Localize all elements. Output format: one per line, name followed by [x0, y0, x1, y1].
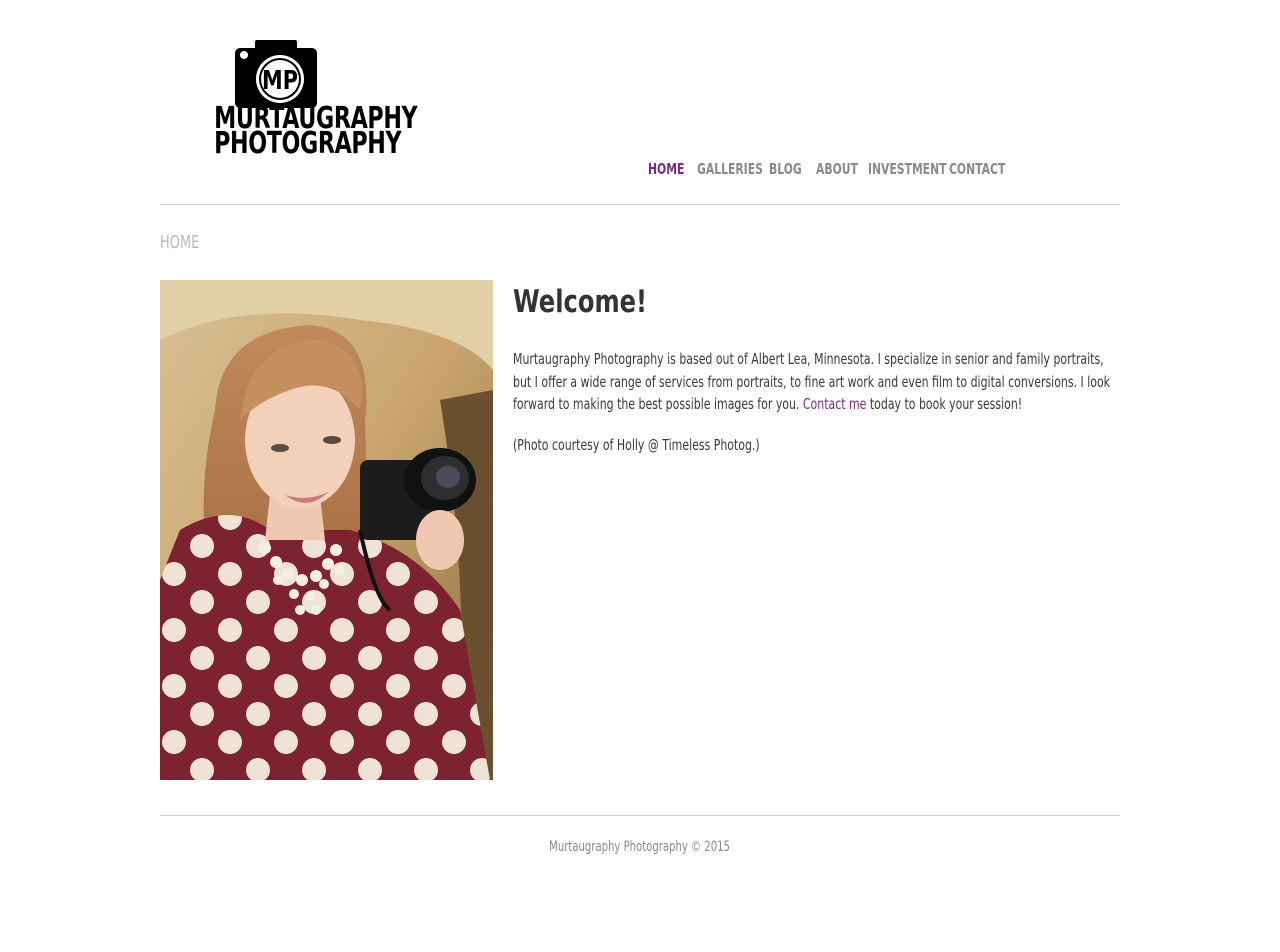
logo-initials: MP	[262, 65, 298, 96]
nav-item-about[interactable]: ABOUT	[816, 160, 858, 178]
breadcrumb: HOME	[160, 232, 200, 253]
page: MP MURTAUGRAPHY PHOTOGRAPHY HOME GALLERI…	[0, 0, 1280, 952]
nav-item-investment[interactable]: INVESTMENT	[868, 160, 946, 178]
main-content: Welcome! Murtaugraphy Photography is bas…	[513, 282, 1120, 454]
header-divider	[160, 204, 1120, 205]
nav-item-contact[interactable]: CONTACT	[949, 160, 1005, 178]
copyright-text: Murtaugraphy Photography © 2015	[549, 839, 731, 855]
camera-logo-icon: MP	[235, 40, 317, 108]
photo-credit: (Photo courtesy of Holly @ Timeless Phot…	[513, 436, 760, 454]
main-nav: HOME GALLERIES BLOG ABOUT INVESTMENT CON…	[648, 160, 1009, 178]
site-logo[interactable]: MP MURTAUGRAPHY PHOTOGRAPHY	[192, 40, 418, 164]
intro-text-end: today to book your session!	[866, 395, 1023, 413]
contact-me-link[interactable]: Contact me	[803, 395, 866, 413]
page-title: Welcome!	[513, 284, 648, 320]
logo-wordmark: MURTAUGRAPHY PHOTOGRAPHY	[214, 104, 418, 161]
nav-item-galleries[interactable]: GALLERIES	[697, 160, 763, 178]
intro-paragraph: Murtaugraphy Photography is based out of…	[513, 348, 1119, 416]
portrait-photo	[160, 280, 493, 780]
footer: Murtaugraphy Photography © 2015	[0, 838, 1280, 856]
footer-divider	[160, 815, 1120, 816]
logo-line-2: PHOTOGRAPHY	[214, 126, 402, 161]
nav-item-blog[interactable]: BLOG	[769, 160, 803, 178]
nav-item-home[interactable]: HOME	[648, 160, 684, 178]
